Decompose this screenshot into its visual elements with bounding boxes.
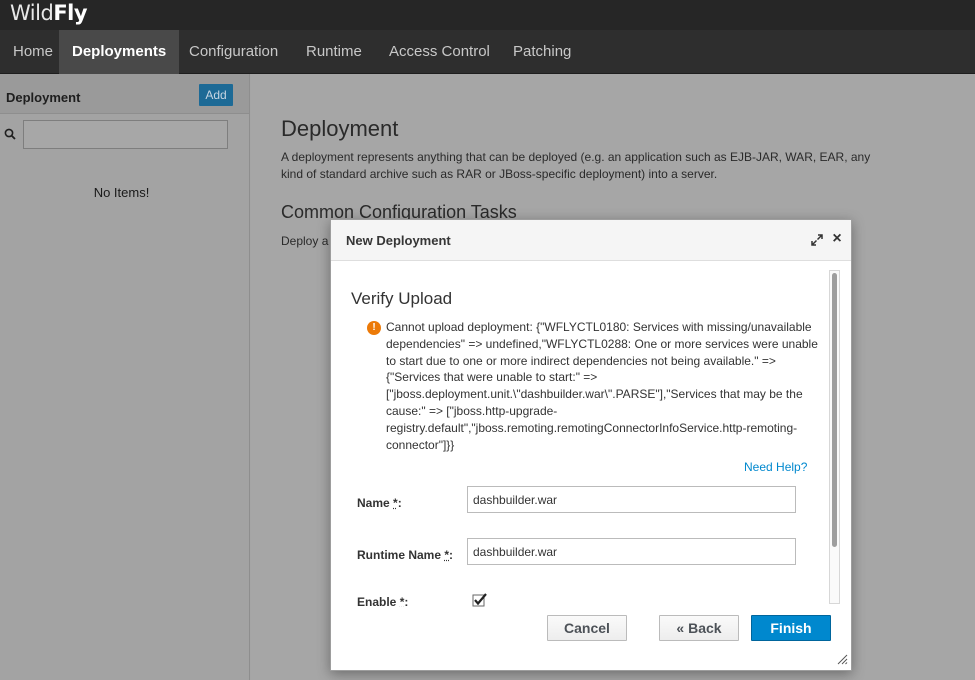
dialog-footer: Cancel « Back Finish bbox=[331, 607, 851, 670]
verify-upload-heading: Verify Upload bbox=[351, 289, 453, 308]
nav-deployments[interactable]: Deployments bbox=[59, 30, 180, 74]
brand-bar: WildFly bbox=[0, 0, 975, 30]
main-nav: Home Deployments Configuration Runtime A… bbox=[0, 30, 975, 74]
brand-light-text: Wild bbox=[10, 1, 54, 25]
runtime-name-field[interactable] bbox=[467, 538, 796, 565]
new-deployment-dialog: New Deployment × Verify Upload ! Cannot … bbox=[330, 219, 852, 671]
search-icon bbox=[4, 128, 16, 140]
label-colon: : bbox=[404, 595, 409, 607]
need-help-link[interactable]: Need Help? bbox=[744, 460, 807, 474]
back-button[interactable]: « Back bbox=[659, 615, 739, 641]
exclamation-circle-icon: ! bbox=[367, 321, 381, 335]
enable-label: Enable *: bbox=[357, 595, 408, 607]
dialog-body: Verify Upload ! Cannot upload deployment… bbox=[331, 262, 851, 607]
wildfly-logo[interactable]: WildFly bbox=[10, 1, 88, 25]
tasks-description: Deploy a bbox=[281, 234, 329, 248]
nav-runtime[interactable]: Runtime bbox=[293, 30, 375, 74]
page-description: A deployment represents anything that ca… bbox=[281, 150, 871, 181]
add-deployment-button[interactable]: Add bbox=[199, 84, 233, 106]
nav-access-control[interactable]: Access Control bbox=[376, 30, 503, 74]
close-icon[interactable]: × bbox=[830, 231, 844, 247]
cancel-button[interactable]: Cancel bbox=[547, 615, 627, 641]
dialog-header: New Deployment × bbox=[331, 220, 851, 261]
enable-checkbox[interactable] bbox=[472, 592, 488, 607]
nav-patching[interactable]: Patching bbox=[500, 30, 584, 74]
label-colon: : bbox=[397, 496, 402, 510]
nav-home[interactable]: Home bbox=[0, 30, 66, 74]
finish-button[interactable]: Finish bbox=[751, 615, 831, 641]
runtime-name-label: Runtime Name *: bbox=[357, 548, 453, 562]
deployment-search-input[interactable] bbox=[23, 120, 228, 149]
upload-error-message: Cannot upload deployment: {"WFLYCTL0180:… bbox=[386, 320, 818, 452]
sidebar-title: Deployment bbox=[6, 90, 81, 105]
scrollbar-thumb[interactable] bbox=[832, 273, 837, 547]
dialog-scrollbar[interactable] bbox=[829, 270, 840, 604]
runtime-name-label-text: Runtime Name bbox=[357, 548, 442, 562]
brand-bold-text: Fly bbox=[53, 1, 88, 25]
name-label: Name *: bbox=[357, 496, 402, 510]
enable-label-text: Enable bbox=[357, 595, 397, 607]
expand-icon[interactable] bbox=[810, 233, 824, 247]
sidebar-header: Deployment Add bbox=[0, 74, 249, 114]
empty-list-message: No Items! bbox=[93, 185, 150, 200]
name-field[interactable] bbox=[467, 486, 796, 513]
name-label-text: Name bbox=[357, 496, 390, 510]
nav-configuration[interactable]: Configuration bbox=[176, 30, 291, 74]
page-title: Deployment bbox=[281, 116, 399, 141]
dialog-title: New Deployment bbox=[346, 233, 451, 248]
label-colon: : bbox=[449, 548, 454, 562]
deployment-sidebar: Deployment Add No Items! bbox=[0, 74, 250, 680]
resize-handle-icon[interactable] bbox=[836, 653, 848, 665]
